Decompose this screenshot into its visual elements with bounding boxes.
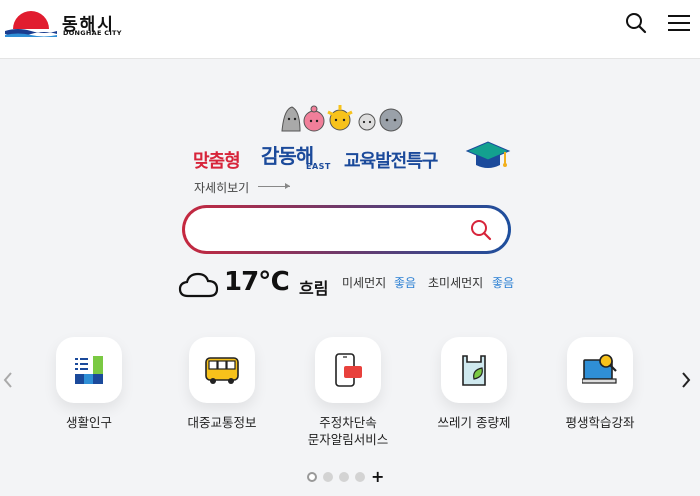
carousel-pagination: +	[307, 467, 387, 486]
quick-menu-tile	[441, 337, 507, 403]
weather-condition: 흐림	[299, 279, 329, 298]
plus-icon[interactable]: +	[371, 467, 384, 486]
bar-chart-icon	[75, 356, 103, 384]
quick-menu-label: 평생학습강좌	[565, 415, 635, 430]
search-icon[interactable]	[469, 218, 493, 242]
logo-text-en: DONGHAE CITY	[63, 29, 122, 37]
site-header: 동해시 DONGHAE CITY	[0, 0, 700, 59]
ultra-fine-dust-label: 초미세먼지	[428, 276, 484, 290]
site-logo[interactable]: 동해시 DONGHAE CITY	[5, 7, 135, 43]
banner-text-slogan-sub: EAST	[306, 162, 331, 171]
quick-menu-label: 쓰레기 종량제	[437, 415, 511, 430]
quick-menu-label: 주정차단속 문자알림서비스	[307, 415, 389, 447]
monitor-search-icon	[582, 354, 617, 384]
graduation-cap-icon	[465, 141, 511, 168]
pagination-dot[interactable]	[323, 472, 333, 482]
quick-menu-tile	[189, 337, 255, 403]
menu-hamburger-icon[interactable]	[668, 14, 690, 32]
quick-menu-item[interactable]: 주정차단속 문자알림서비스	[298, 337, 398, 457]
chevron-left-icon[interactable]	[2, 371, 14, 389]
fine-dust-label: 미세먼지	[342, 276, 387, 290]
logo-sun-icon	[5, 11, 57, 37]
quick-menu-item[interactable]: 쓰레기 종량제	[424, 337, 524, 457]
education-zone-banner[interactable]: 맞춤형 감동해 EAST 교육발전특구	[193, 140, 513, 174]
quick-menu-item[interactable]: 대중교통정보	[172, 337, 272, 457]
chevron-right-icon[interactable]	[680, 371, 692, 389]
pagination-dot[interactable]	[307, 472, 317, 482]
quick-menu-tile	[56, 337, 122, 403]
pagination-dot[interactable]	[355, 472, 365, 482]
main-search	[182, 205, 511, 254]
banner-text-custom: 맞춤형	[193, 151, 241, 172]
temperature: 17℃	[224, 267, 290, 297]
quick-menu-tile	[315, 337, 381, 403]
quick-menu-tile	[567, 337, 633, 403]
quick-menu-label: 생활인구	[65, 415, 112, 430]
phone-message-icon	[335, 353, 362, 387]
trash-bag-icon	[462, 355, 486, 386]
header-search-icon[interactable]	[625, 12, 647, 34]
search-inner	[185, 208, 508, 251]
search-input[interactable]	[203, 218, 453, 240]
more-link[interactable]: 자세히보기	[194, 179, 249, 196]
quick-menu-item[interactable]: 생활인구	[39, 337, 139, 457]
quick-menu-label: 대중교통정보	[187, 415, 257, 430]
ultra-fine-dust-value: 좋음	[492, 276, 515, 290]
quick-menu-item[interactable]: 평생학습강좌	[550, 337, 650, 457]
bus-icon	[205, 357, 239, 384]
banner-text-zone: 교육발전특구	[344, 151, 438, 172]
mascot-characters	[281, 105, 403, 132]
pagination-dot[interactable]	[339, 472, 349, 482]
cloud-icon	[178, 272, 219, 298]
fine-dust-value: 좋음	[394, 276, 417, 290]
arrow-right-icon	[258, 183, 290, 189]
